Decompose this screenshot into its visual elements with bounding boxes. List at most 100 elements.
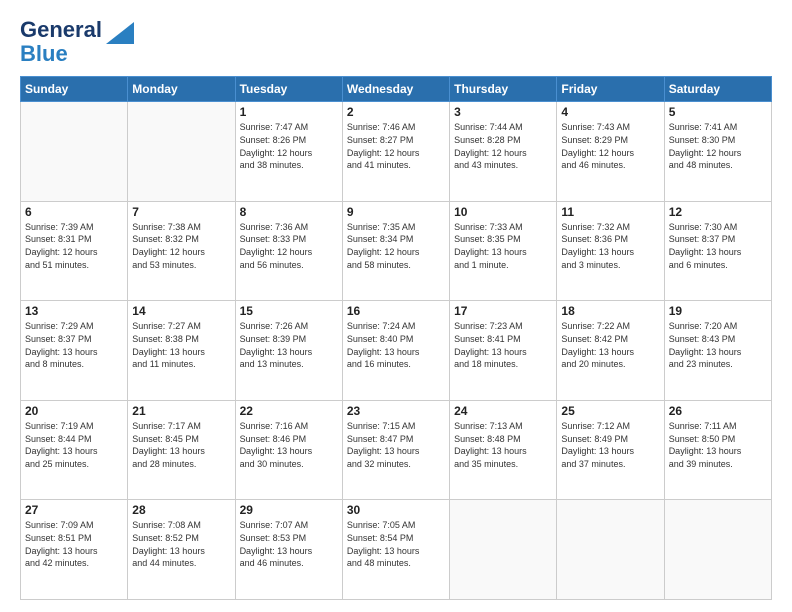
calendar-week-row: 20 Sunrise: 7:19 AM Sunset: 8:44 PM Dayli… (21, 400, 772, 500)
day-number: 2 (347, 105, 445, 119)
header-sunday: Sunday (21, 77, 128, 102)
day-number: 15 (240, 304, 338, 318)
table-row: 24 Sunrise: 7:13 AM Sunset: 8:48 PM Dayli… (450, 400, 557, 500)
table-row: 11Sunrise: 7:32 AM Sunset: 8:36 PM Dayli… (557, 201, 664, 301)
day-info: Sunrise: 7:08 AM Sunset: 8:52 PM Dayligh… (132, 519, 230, 569)
day-number: 4 (561, 105, 659, 119)
day-info: Sunrise: 7:44 AM Sunset: 8:28 PM Dayligh… (454, 121, 552, 171)
day-info: Sunrise: 7:24 AM Sunset: 8:40 PM Dayligh… (347, 320, 445, 370)
day-info: Sunrise: 7:09 AM Sunset: 8:51 PM Dayligh… (25, 519, 123, 569)
table-row: 21 Sunrise: 7:17 AM Sunset: 8:45 PM Dayli… (128, 400, 235, 500)
day-number: 27 (25, 503, 123, 517)
logo: General Blue (20, 18, 134, 66)
day-info: Sunrise: 7:30 AM Sunset: 8:37 PM Dayligh… (669, 221, 767, 271)
day-number: 3 (454, 105, 552, 119)
table-row: 5 Sunrise: 7:41 AM Sunset: 8:30 PM Daylig… (664, 102, 771, 202)
day-info: Sunrise: 7:39 AM Sunset: 8:31 PM Dayligh… (25, 221, 123, 271)
day-number: 26 (669, 404, 767, 418)
day-number: 12 (669, 205, 767, 219)
calendar-week-row: 27 Sunrise: 7:09 AM Sunset: 8:51 PM Dayli… (21, 500, 772, 600)
day-number: 9 (347, 205, 445, 219)
weekday-header-row: Sunday Monday Tuesday Wednesday Thursday… (21, 77, 772, 102)
day-info: Sunrise: 7:43 AM Sunset: 8:29 PM Dayligh… (561, 121, 659, 171)
day-number: 7 (132, 205, 230, 219)
day-number: 28 (132, 503, 230, 517)
day-number: 8 (240, 205, 338, 219)
day-info: Sunrise: 7:13 AM Sunset: 8:48 PM Dayligh… (454, 420, 552, 470)
day-info: Sunrise: 7:26 AM Sunset: 8:39 PM Dayligh… (240, 320, 338, 370)
day-info: Sunrise: 7:38 AM Sunset: 8:32 PM Dayligh… (132, 221, 230, 271)
logo-icon (106, 22, 134, 44)
header-wednesday: Wednesday (342, 77, 449, 102)
day-info: Sunrise: 7:07 AM Sunset: 8:53 PM Dayligh… (240, 519, 338, 569)
day-number: 30 (347, 503, 445, 517)
day-number: 16 (347, 304, 445, 318)
day-number: 23 (347, 404, 445, 418)
table-row: 15 Sunrise: 7:26 AM Sunset: 8:39 PM Dayli… (235, 301, 342, 401)
day-info: Sunrise: 7:35 AM Sunset: 8:34 PM Dayligh… (347, 221, 445, 271)
table-row: 2 Sunrise: 7:46 AM Sunset: 8:27 PM Daylig… (342, 102, 449, 202)
day-info: Sunrise: 7:05 AM Sunset: 8:54 PM Dayligh… (347, 519, 445, 569)
day-info: Sunrise: 7:47 AM Sunset: 8:26 PM Dayligh… (240, 121, 338, 171)
day-info: Sunrise: 7:32 AM Sunset: 8:36 PM Dayligh… (561, 221, 659, 271)
day-number: 5 (669, 105, 767, 119)
day-number: 17 (454, 304, 552, 318)
day-number: 29 (240, 503, 338, 517)
day-info: Sunrise: 7:36 AM Sunset: 8:33 PM Dayligh… (240, 221, 338, 271)
table-row: 13Sunrise: 7:29 AM Sunset: 8:37 PM Dayli… (21, 301, 128, 401)
day-number: 1 (240, 105, 338, 119)
table-row: 6 Sunrise: 7:39 AM Sunset: 8:31 PM Daylig… (21, 201, 128, 301)
header-friday: Friday (557, 77, 664, 102)
day-info: Sunrise: 7:16 AM Sunset: 8:46 PM Dayligh… (240, 420, 338, 470)
day-info: Sunrise: 7:11 AM Sunset: 8:50 PM Dayligh… (669, 420, 767, 470)
day-number: 6 (25, 205, 123, 219)
header-saturday: Saturday (664, 77, 771, 102)
table-row: 12 Sunrise: 7:30 AM Sunset: 8:37 PM Dayli… (664, 201, 771, 301)
table-row: 7 Sunrise: 7:38 AM Sunset: 8:32 PM Daylig… (128, 201, 235, 301)
day-info: Sunrise: 7:17 AM Sunset: 8:45 PM Dayligh… (132, 420, 230, 470)
day-info: Sunrise: 7:41 AM Sunset: 8:30 PM Dayligh… (669, 121, 767, 171)
table-row: 23 Sunrise: 7:15 AM Sunset: 8:47 PM Dayli… (342, 400, 449, 500)
calendar-table: Sunday Monday Tuesday Wednesday Thursday… (20, 76, 772, 600)
table-row: 22Sunrise: 7:16 AM Sunset: 8:46 PM Dayli… (235, 400, 342, 500)
table-row: 19 Sunrise: 7:20 AM Sunset: 8:43 PM Dayli… (664, 301, 771, 401)
day-number: 19 (669, 304, 767, 318)
day-info: Sunrise: 7:20 AM Sunset: 8:43 PM Dayligh… (669, 320, 767, 370)
day-info: Sunrise: 7:29 AM Sunset: 8:37 PM Dayligh… (25, 320, 123, 370)
day-number: 21 (132, 404, 230, 418)
day-info: Sunrise: 7:19 AM Sunset: 8:44 PM Dayligh… (25, 420, 123, 470)
table-row (664, 500, 771, 600)
day-info: Sunrise: 7:12 AM Sunset: 8:49 PM Dayligh… (561, 420, 659, 470)
table-row: 9 Sunrise: 7:35 AM Sunset: 8:34 PM Daylig… (342, 201, 449, 301)
day-number: 18 (561, 304, 659, 318)
header-thursday: Thursday (450, 77, 557, 102)
header-monday: Monday (128, 77, 235, 102)
table-row: 4 Sunrise: 7:43 AM Sunset: 8:29 PM Daylig… (557, 102, 664, 202)
table-row: 29 Sunrise: 7:07 AM Sunset: 8:53 PM Dayli… (235, 500, 342, 600)
table-row: 27 Sunrise: 7:09 AM Sunset: 8:51 PM Dayli… (21, 500, 128, 600)
table-row (450, 500, 557, 600)
table-row: 26 Sunrise: 7:11 AM Sunset: 8:50 PM Dayli… (664, 400, 771, 500)
calendar-week-row: 6 Sunrise: 7:39 AM Sunset: 8:31 PM Daylig… (21, 201, 772, 301)
table-row (128, 102, 235, 202)
day-info: Sunrise: 7:33 AM Sunset: 8:35 PM Dayligh… (454, 221, 552, 271)
calendar-week-row: 13Sunrise: 7:29 AM Sunset: 8:37 PM Dayli… (21, 301, 772, 401)
day-number: 24 (454, 404, 552, 418)
day-number: 10 (454, 205, 552, 219)
header: General Blue (20, 18, 772, 66)
table-row: 8 Sunrise: 7:36 AM Sunset: 8:33 PM Daylig… (235, 201, 342, 301)
table-row: 3 Sunrise: 7:44 AM Sunset: 8:28 PM Daylig… (450, 102, 557, 202)
day-info: Sunrise: 7:22 AM Sunset: 8:42 PM Dayligh… (561, 320, 659, 370)
table-row: 1 Sunrise: 7:47 AM Sunset: 8:26 PM Daylig… (235, 102, 342, 202)
table-row: 30 Sunrise: 7:05 AM Sunset: 8:54 PM Dayli… (342, 500, 449, 600)
table-row: 10 Sunrise: 7:33 AM Sunset: 8:35 PM Dayli… (450, 201, 557, 301)
header-tuesday: Tuesday (235, 77, 342, 102)
table-row (21, 102, 128, 202)
day-info: Sunrise: 7:46 AM Sunset: 8:27 PM Dayligh… (347, 121, 445, 171)
day-number: 25 (561, 404, 659, 418)
day-info: Sunrise: 7:27 AM Sunset: 8:38 PM Dayligh… (132, 320, 230, 370)
table-row: 25 Sunrise: 7:12 AM Sunset: 8:49 PM Dayli… (557, 400, 664, 500)
day-info: Sunrise: 7:15 AM Sunset: 8:47 PM Dayligh… (347, 420, 445, 470)
day-number: 20 (25, 404, 123, 418)
table-row: 28 Sunrise: 7:08 AM Sunset: 8:52 PM Dayli… (128, 500, 235, 600)
